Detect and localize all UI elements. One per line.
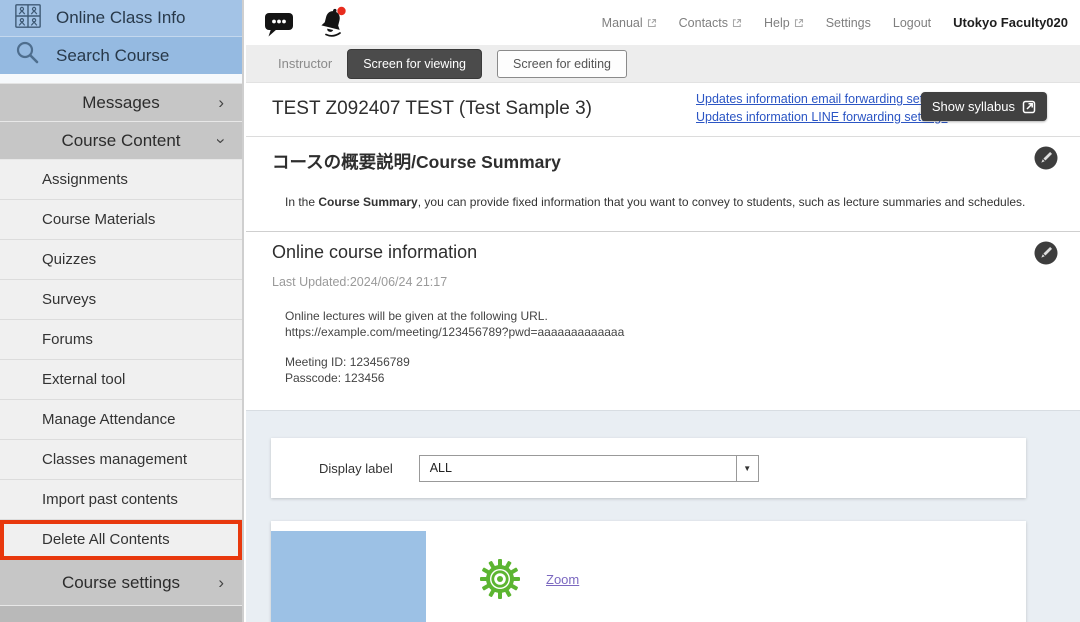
course-title-bar: TEST Z092407 TEST (Test Sample 3) Update… (246, 83, 1080, 137)
email-forwarding-settings-link[interactable]: Updates information email forwarding set… (696, 92, 950, 106)
content-item-card: Zoom (271, 521, 1026, 622)
nav-link-contacts[interactable]: Contacts (679, 16, 742, 30)
sidebar-item-search-course[interactable]: Search Course (0, 37, 242, 74)
sidebar-divider (0, 74, 242, 84)
nav-link-manual[interactable]: Manual (602, 16, 657, 30)
notification-dot (337, 7, 345, 15)
course-title: TEST Z092407 TEST (Test Sample 3) (272, 98, 592, 120)
forwarding-links: Updates information email forwarding set… (696, 92, 950, 124)
display-label-select[interactable]: ALL ▼ (419, 455, 759, 482)
external-link-icon (794, 18, 804, 28)
select-value: ALL (430, 461, 452, 475)
sidebar-item-online-class-info[interactable]: Online Class Info (0, 0, 242, 37)
sidebar: Online Class Info Search Course Messages… (0, 0, 244, 622)
sidebar-item-quizzes[interactable]: Quizzes (0, 240, 242, 280)
classroom-icon (14, 3, 42, 34)
sidebar-section-course-content[interactable]: Course Content › (0, 122, 242, 160)
sidebar-item-assignments[interactable]: Assignments (0, 160, 242, 200)
sidebar-item-label: Online Class Info (56, 8, 185, 28)
sidebar-item-label: Search Course (56, 46, 169, 66)
sidebar-item-classes-management[interactable]: Classes management (0, 440, 242, 480)
sidebar-item-forums[interactable]: Forums (0, 320, 242, 360)
show-syllabus-button[interactable]: Show syllabus (921, 92, 1047, 121)
view-mode-bar: Instructor Screen for viewing Screen for… (246, 45, 1080, 83)
filter-card: Display label ALL ▼ (271, 438, 1026, 498)
screen-for-viewing-button[interactable]: Screen for viewing (347, 49, 482, 79)
nav-link-logout[interactable]: Logout (893, 16, 931, 30)
sidebar-item-course-materials[interactable]: Course Materials (0, 200, 242, 240)
chevron-right-icon: › (218, 93, 224, 113)
top-header: Manual Contacts Help Settings Logout Uto… (246, 0, 1080, 45)
pencil-icon (1034, 241, 1058, 265)
main-area: Manual Contacts Help Settings Logout Uto… (246, 0, 1080, 622)
top-nav: Manual Contacts Help Settings Logout Uto… (602, 0, 1068, 45)
sidebar-section-label: Course settings (62, 573, 180, 593)
chat-bubble-icon[interactable] (264, 11, 295, 43)
sidebar-item-external-tool[interactable]: External tool (0, 360, 242, 400)
spacer (285, 340, 624, 354)
course-summary-section: コースの概要説明/Course Summary In the Course Su… (246, 137, 1080, 232)
sidebar-item-manage-attendance[interactable]: Manage Attendance (0, 400, 242, 440)
last-updated: Last Updated:2024/06/24 21:17 (272, 275, 447, 289)
chevron-down-icon: › (218, 131, 224, 151)
external-link-icon (1022, 100, 1036, 114)
edit-summary-button[interactable] (1034, 146, 1058, 170)
meeting-url: https://example.com/meeting/123456789?pw… (285, 324, 624, 340)
user-name: Utokyo Faculty020 (953, 15, 1068, 30)
sidebar-item-delete-all-contents[interactable]: Delete All Contents (0, 520, 242, 560)
online-course-info-heading: Online course information (272, 242, 477, 263)
gear-icon (479, 558, 521, 605)
edit-online-info-button[interactable] (1034, 241, 1058, 265)
role-label: Instructor (278, 56, 332, 71)
screen-for-editing-button[interactable]: Screen for editing (497, 50, 627, 78)
sidebar-section-label: Messages (82, 93, 159, 113)
pencil-icon (1034, 146, 1058, 170)
line-forwarding-settings-link[interactable]: Updates information LINE forwarding sett… (696, 110, 950, 124)
sidebar-item-import-past-contents[interactable]: Import past contents (0, 480, 242, 520)
external-link-icon (732, 18, 742, 28)
passcode: Passcode: 123456 (285, 370, 624, 386)
chevron-right-icon: › (218, 573, 224, 593)
online-info-line: Online lectures will be given at the fol… (285, 308, 624, 324)
nav-link-help[interactable]: Help (764, 16, 804, 30)
bell-icon[interactable] (318, 6, 348, 43)
sidebar-next-section-partial (0, 606, 242, 622)
online-course-info-body: Online lectures will be given at the fol… (285, 308, 624, 386)
content-thumbnail (271, 531, 426, 622)
search-icon (14, 40, 42, 71)
sidebar-section-label: Course Content (61, 131, 180, 151)
lms-app: Online Class Info Search Course Messages… (0, 0, 1080, 622)
course-summary-body: In the Course Summary, you can provide f… (285, 195, 1025, 209)
nav-link-settings[interactable]: Settings (826, 16, 871, 30)
online-course-info-section: Online course information Last Updated:2… (246, 232, 1080, 410)
sidebar-section-messages[interactable]: Messages › (0, 84, 242, 122)
external-link-icon (647, 18, 657, 28)
sidebar-section-course-settings[interactable]: Course settings › (0, 560, 242, 606)
course-summary-heading: コースの概要説明/Course Summary (272, 149, 561, 174)
content-list-area: Display label ALL ▼ (246, 410, 1080, 622)
dropdown-arrow-icon[interactable]: ▼ (736, 456, 758, 481)
zoom-content-link[interactable]: Zoom (546, 572, 579, 587)
display-label-text: Display label (319, 461, 393, 476)
meeting-id: Meeting ID: 123456789 (285, 354, 624, 370)
sidebar-item-surveys[interactable]: Surveys (0, 280, 242, 320)
